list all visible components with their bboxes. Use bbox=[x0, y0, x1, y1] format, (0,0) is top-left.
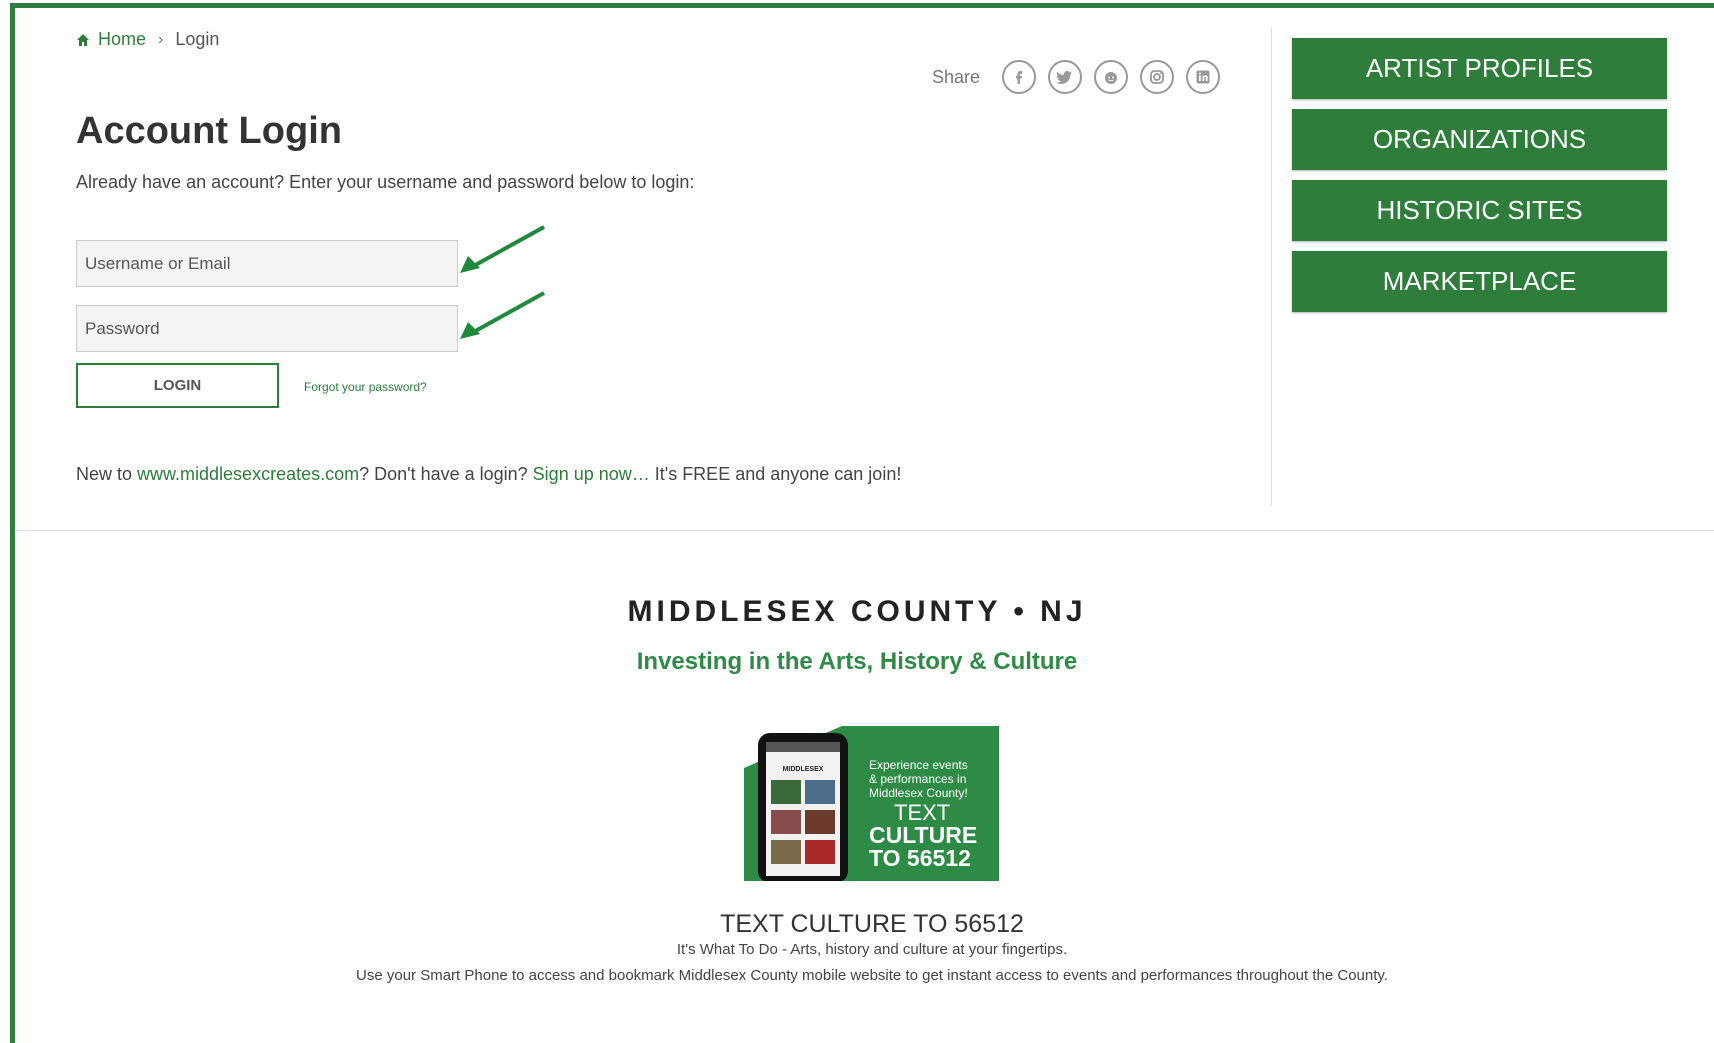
signup-suffix: It's FREE and anyone can join! bbox=[649, 464, 902, 484]
sidebar: ARTIST PROFILES ORGANIZATIONS HISTORIC S… bbox=[1292, 38, 1667, 322]
promo-line-1: Experience events bbox=[869, 758, 968, 772]
sidebar-item-artist-profiles[interactable]: ARTIST PROFILES bbox=[1292, 38, 1667, 99]
promo-line-2: & performances in bbox=[869, 772, 966, 786]
signup-prompt: New to www.middlesexcreates.com? Don't h… bbox=[76, 464, 901, 485]
forgot-password-link[interactable]: Forgot your password? bbox=[304, 380, 427, 394]
site-link[interactable]: www.middlesexcreates.com bbox=[137, 464, 359, 484]
signup-link[interactable]: Sign up now… bbox=[533, 464, 650, 484]
facebook-icon[interactable] bbox=[1002, 60, 1037, 94]
breadcrumb-home-link[interactable]: Home bbox=[98, 29, 146, 50]
password-pointer-arrow bbox=[460, 291, 545, 339]
login-intro-text: Already have an account? Enter your user… bbox=[76, 172, 695, 192]
county-tagline: Investing in the Arts, History & Culture bbox=[636, 648, 1078, 675]
text-culture-promo-image[interactable]: MIDDLESEX Experience events & performanc… bbox=[744, 726, 999, 881]
username-input[interactable] bbox=[76, 240, 458, 287]
promo-title: TEXT CULTURE TO 56512 bbox=[720, 910, 1024, 938]
share-bar: Share bbox=[932, 60, 1232, 94]
login-button[interactable]: LOGIN bbox=[76, 363, 279, 408]
breadcrumb-current: Login bbox=[175, 29, 220, 49]
instagram-icon[interactable] bbox=[1140, 60, 1175, 94]
sidebar-item-marketplace[interactable]: MARKETPLACE bbox=[1292, 251, 1667, 312]
password-input[interactable] bbox=[76, 305, 458, 352]
footer-divider bbox=[15, 530, 1714, 531]
promo-line-3: Middlesex County! bbox=[869, 786, 968, 800]
twitter-icon[interactable] bbox=[1048, 60, 1083, 94]
county-logo-text: MIDDLESEX COUNTY • NJ bbox=[627, 595, 1087, 628]
sidebar-item-historic-sites[interactable]: HISTORIC SITES bbox=[1292, 180, 1667, 241]
column-divider bbox=[1271, 28, 1272, 506]
signup-middle: ? Don't have a login? bbox=[359, 464, 533, 484]
linkedin-icon[interactable] bbox=[1186, 60, 1221, 94]
promo-to-number: TO 56512 bbox=[869, 845, 971, 871]
home-icon bbox=[77, 33, 89, 46]
promo-subtitle: It's What To Do - Arts, history and cult… bbox=[676, 941, 1068, 958]
sidebar-item-organizations[interactable]: ORGANIZATIONS bbox=[1292, 109, 1667, 170]
promo-description: Use your Smart Phone to access and bookm… bbox=[356, 967, 1388, 984]
page-title: Account Login bbox=[76, 110, 342, 152]
username-pointer-arrow bbox=[460, 225, 545, 273]
signup-prefix: New to bbox=[76, 464, 138, 484]
share-label: Share bbox=[932, 66, 981, 87]
reddit-icon[interactable] bbox=[1094, 60, 1129, 94]
breadcrumb: Home › Login bbox=[76, 29, 219, 50]
phone-brand-text: MIDDLESEX bbox=[783, 766, 824, 773]
breadcrumb-separator: › bbox=[158, 30, 164, 48]
